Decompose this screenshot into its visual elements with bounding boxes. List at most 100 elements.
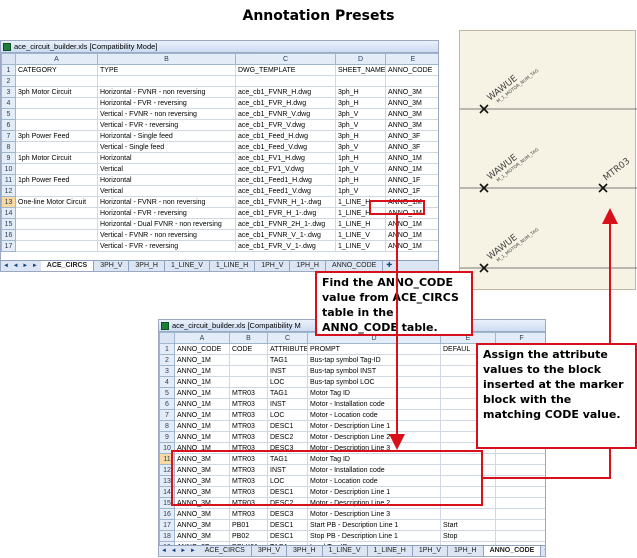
grid-cell[interactable]: DESC2 — [267, 431, 308, 443]
window-title-bar[interactable]: ace_circuit_builder.xls [Compatibility M… — [1, 41, 438, 53]
grid-cell[interactable]: ace_cb1_FV1_V.dwg — [235, 163, 336, 175]
grid-cell[interactable]: ace_cb1_Feed_H.dwg — [235, 130, 336, 142]
grid-cell[interactable]: DESC3 — [267, 508, 308, 520]
grid-cell[interactable]: Horizontal - FVNR - non reversing — [97, 196, 236, 208]
grid-cell[interactable]: 1_LINE_H — [335, 218, 386, 230]
grid-cell[interactable]: MTR03 — [229, 508, 268, 520]
row-number[interactable]: 1 — [159, 343, 175, 355]
grid-cell[interactable]: Stop — [440, 530, 496, 542]
grid-cell[interactable]: 3ph_V — [335, 119, 386, 131]
grid-cell[interactable]: ANNO_3M — [174, 519, 230, 531]
grid-cell[interactable] — [15, 229, 98, 241]
grid-cell[interactable]: Horizontal - FVR - reversing — [97, 207, 236, 219]
grid-cell[interactable]: DESC1 — [267, 530, 308, 542]
row-number[interactable]: 18 — [159, 530, 175, 542]
grid-cell[interactable]: Horizontal — [97, 152, 236, 164]
grid-cell[interactable]: ace_cb1_FVR_H_1-.dwg — [235, 207, 336, 219]
row-number[interactable]: 6 — [1, 119, 16, 131]
grid-cell[interactable] — [15, 240, 98, 252]
grid-cell[interactable]: Motor - Description Line 1 — [307, 420, 441, 432]
sheet-tab-anno-code[interactable]: ANNO_CODE — [483, 546, 542, 556]
grid-cell[interactable]: ANNO_1M — [385, 218, 438, 230]
row-number[interactable]: 11 — [1, 174, 16, 186]
grid-cell[interactable] — [15, 141, 98, 153]
sheet-tab-1-line-v[interactable]: 1_LINE_V — [323, 546, 368, 556]
grid-cell[interactable]: ANNO_3M — [174, 508, 230, 520]
grid-cell[interactable] — [235, 75, 336, 87]
grid-cell[interactable]: ANNO_1M — [385, 240, 438, 252]
column-header-a[interactable]: A — [15, 53, 98, 65]
row-number[interactable]: 4 — [159, 376, 175, 388]
grid-cell[interactable]: Horizontal — [97, 174, 236, 186]
row-number[interactable]: 7 — [1, 130, 16, 142]
column-header-c[interactable]: C — [267, 332, 308, 344]
grid-cell[interactable]: Start PB - Description Line 1 — [307, 519, 441, 531]
grid-cell[interactable]: Motor - Description Line 2 — [307, 431, 441, 443]
grid-cell[interactable]: SHEET_NAME — [335, 64, 386, 76]
grid-cell[interactable]: Vertical - Single feed — [97, 141, 236, 153]
grid-cell[interactable]: ANNO_1M — [174, 409, 230, 421]
grid-cell[interactable]: LOC — [267, 409, 308, 421]
grid-cell[interactable]: Horizontal - Dual FVNR - non reversing — [97, 218, 236, 230]
grid-cell[interactable]: 1ph Motor Circuit — [15, 152, 98, 164]
grid-cell[interactable]: Horizontal - Single feed — [97, 130, 236, 142]
grid-cell[interactable]: Vertical — [97, 163, 236, 175]
grid-cell[interactable] — [495, 486, 545, 498]
column-header-c[interactable]: C — [235, 53, 336, 65]
grid-cell[interactable]: ace_cb1_FVR_V_1-.dwg — [235, 240, 336, 252]
grid-cell[interactable]: ANNO_1M — [174, 365, 230, 377]
column-header-d[interactable]: D — [335, 53, 386, 65]
grid-cell[interactable]: ace_cb1_Feed1_V.dwg — [235, 185, 336, 197]
row-number[interactable]: 2 — [159, 354, 175, 366]
grid-cell[interactable]: ANNO_3F — [385, 130, 438, 142]
grid-cell[interactable]: Bus-tap symbol LOC — [307, 376, 441, 388]
select-all-corner[interactable] — [1, 53, 16, 65]
grid-cell[interactable]: 1ph_V — [335, 185, 386, 197]
grid-cell[interactable] — [229, 376, 268, 388]
grid-cell[interactable]: ATTRIBUTE — [267, 343, 308, 355]
row-number[interactable]: 2 — [1, 75, 16, 87]
grid-cell[interactable]: Bus-tap symbol INST — [307, 365, 441, 377]
grid-cell[interactable] — [97, 75, 236, 87]
sheet-tab-1ph-v[interactable]: 1PH_V — [255, 261, 291, 271]
row-number[interactable]: 17 — [1, 240, 16, 252]
grid-cell[interactable]: ace_cb1_Feed_V.dwg — [235, 141, 336, 153]
row-number[interactable]: 4 — [1, 97, 16, 109]
grid-cell[interactable]: ANNO_3F — [385, 141, 438, 153]
row-number[interactable]: 5 — [1, 108, 16, 120]
grid-cell[interactable]: ANNO_3M — [385, 97, 438, 109]
row-number[interactable]: 8 — [159, 420, 175, 432]
sheet-tab-3ph-h[interactable]: 3PH_H — [129, 261, 165, 271]
row-number[interactable]: 7 — [159, 409, 175, 421]
grid-cell[interactable] — [15, 163, 98, 175]
grid-cell[interactable] — [495, 497, 545, 509]
grid-cell[interactable]: DESC1 — [267, 519, 308, 531]
row-number[interactable]: 9 — [1, 152, 16, 164]
sheet-nav-arrows[interactable]: ◄ ◄ ► ► — [159, 546, 199, 556]
grid-cell[interactable]: Vertical - FVNR - non reversing — [97, 108, 236, 120]
select-all-corner[interactable] — [159, 332, 175, 344]
grid-cell[interactable]: 1_LINE_V — [335, 240, 386, 252]
grid-cell[interactable]: ANNO_3M — [174, 530, 230, 542]
grid-cell[interactable]: Vertical - FVR - reversing — [97, 119, 236, 131]
grid-cell[interactable]: Horizontal - FVR - reversing — [97, 97, 236, 109]
grid-cell[interactable]: Vertical — [97, 185, 236, 197]
insert-sheet-icon[interactable]: ✚ — [541, 546, 545, 556]
row-number[interactable]: 14 — [1, 207, 16, 219]
grid-cell[interactable]: ANNO_1M — [174, 431, 230, 443]
grid-cell[interactable]: ANNO_3M — [385, 108, 438, 120]
grid-cell[interactable]: ANNO_1M — [385, 229, 438, 241]
grid-cell[interactable]: ace_cb1_FVNR_H_1-.dwg — [235, 196, 336, 208]
grid-cell[interactable]: ace_cb1_FVR_H.dwg — [235, 97, 336, 109]
grid-cell[interactable]: Vertical - FVR - reversing — [97, 240, 236, 252]
row-number[interactable]: 5 — [159, 387, 175, 399]
grid-cell[interactable] — [335, 75, 386, 87]
grid-cell[interactable]: 3ph_H — [335, 97, 386, 109]
row-number[interactable]: 17 — [159, 519, 175, 531]
grid-cell[interactable]: Motor - Installation code — [307, 398, 441, 410]
row-number[interactable]: 3 — [1, 86, 16, 98]
grid-cell[interactable]: ANNO_1M — [174, 420, 230, 432]
grid-cell[interactable]: ace_cb1_FV1_H.dwg — [235, 152, 336, 164]
grid-cell[interactable]: ace_cb1_FVR_V.dwg — [235, 119, 336, 131]
grid-cell[interactable] — [495, 475, 545, 487]
